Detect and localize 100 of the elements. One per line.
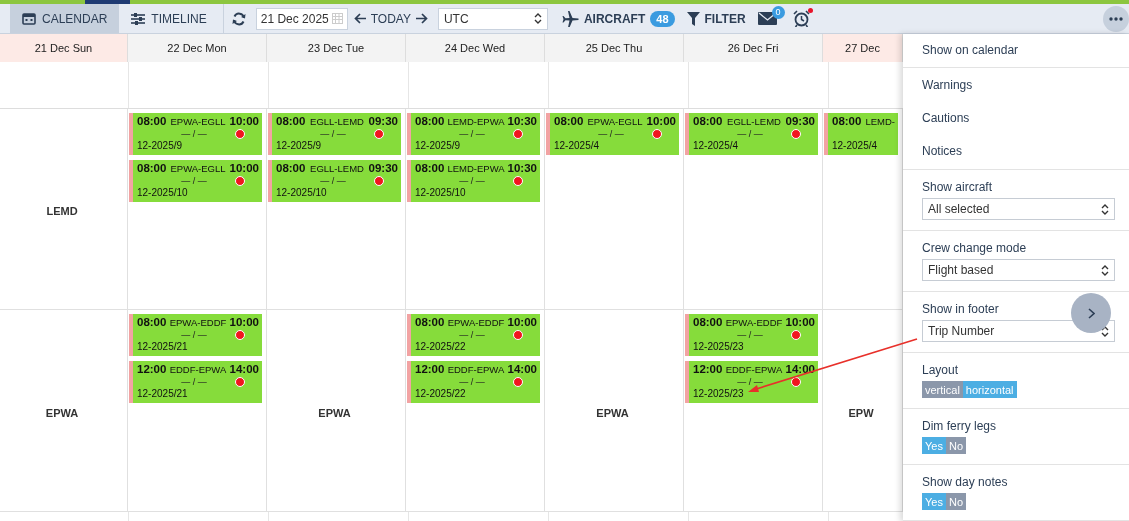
route-label: EPWA-EGLL: [170, 163, 226, 174]
route-label: EPWA-EDDF: [447, 317, 505, 328]
refresh-icon[interactable]: [231, 11, 246, 26]
envelope-icon[interactable]: [757, 12, 777, 25]
departure-time: 08:00: [415, 115, 445, 127]
crew-label: — / —: [736, 329, 763, 340]
trip-number: 12-2025/10: [415, 187, 467, 198]
route-label: LEMD-: [865, 116, 895, 127]
view-tab[interactable]: CALENDAR: [10, 4, 120, 33]
more-button[interactable]: [1103, 5, 1129, 32]
trip-number: 12-2025/10: [137, 187, 189, 198]
arrival-time: 09:30: [785, 115, 815, 127]
calendar-icon: [331, 13, 343, 24]
departure-time: 08:00: [137, 162, 167, 174]
status-dot: [513, 329, 523, 340]
menu-item[interactable]: Show on calendar: [922, 34, 1115, 67]
arrival-time: 10:00: [646, 115, 676, 127]
updown-chevron-icon: [1101, 203, 1109, 215]
flight-card[interactable]: 08:00 LEMD-EPWA 10:30 — / — 12-2025/10: [407, 160, 540, 202]
menu-item[interactable]: Cautions: [922, 102, 1115, 135]
day-header: 21 Dec Sun: [0, 34, 128, 62]
trip-number: 12-2025/9: [137, 140, 184, 151]
flight-card[interactable]: 08:00 EGLL-LEMD 09:30 — / — 12-2025/4: [685, 113, 818, 155]
base-label: EPW: [848, 406, 874, 419]
departure-time: 08:00: [276, 115, 306, 127]
status-dot: [791, 376, 801, 387]
arrow-right-icon[interactable]: [414, 13, 428, 24]
base-label: EPWA: [45, 406, 79, 419]
route-label: EDDF-EPWA: [725, 364, 783, 375]
crew-label: — / —: [458, 175, 485, 186]
menu-item[interactable]: Notices: [922, 135, 1115, 168]
route-label: EPWA-EGLL: [587, 116, 643, 127]
setting-select[interactable]: Flight based: [922, 259, 1115, 281]
trip-number: 12-2025/23: [693, 388, 745, 399]
crew-label: — / —: [180, 175, 207, 186]
flight-card[interactable]: 08:00 EGLL-LEMD 09:30 — / — 12-2025/10: [268, 160, 401, 202]
departure-time: 12:00: [137, 363, 167, 375]
flight-card[interactable]: 08:00 EPWA-EDDF 10:00 — / — 12-2025/21: [129, 314, 262, 356]
chevron-right-icon: [1087, 307, 1095, 319]
route-label: EGLL-LEMD: [310, 116, 364, 127]
arrival-time: 10:00: [229, 162, 259, 174]
filter-button[interactable]: FILTER: [686, 11, 746, 26]
day-header: 23 Dec Tue: [267, 34, 406, 62]
trip-number: 12-2025/10: [276, 187, 328, 198]
departure-time: 08:00: [137, 115, 167, 127]
route-label: EGLL-LEMD: [727, 116, 781, 127]
sliders-icon: [131, 12, 146, 25]
crew-label: — / —: [736, 376, 763, 387]
flight-card[interactable]: 08:00 EPWA-EDDF 10:00 — / — 12-2025/22: [407, 314, 540, 356]
flight-card[interactable]: 08:00 EPWA-EGLL 10:00 — / — 12-2025/9: [129, 113, 262, 155]
arrival-time: 10:00: [785, 316, 815, 328]
flight-card[interactable]: 08:00 EPWA-EDDF 10:00 — / — 12-2025/23: [685, 314, 818, 356]
status-dot: [513, 175, 523, 186]
aircraft-button[interactable]: AIRCRAFT 48: [561, 10, 675, 27]
timezone-select[interactable]: UTC: [437, 7, 548, 30]
route-label: LEMD-EPWA: [447, 163, 505, 174]
status-dot: [791, 128, 801, 139]
arrival-time: 09:30: [368, 115, 398, 127]
status-dot: [235, 376, 245, 387]
flight-card[interactable]: 08:00 EGLL-LEMD 09:30 — / — 12-2025/9: [268, 113, 401, 155]
calendar-icon: [22, 12, 36, 25]
crew-label: — / —: [180, 329, 207, 340]
flight-card[interactable]: 08:00 LEMD-EPWA 10:30 — / — 12-2025/9: [407, 113, 540, 155]
setting-label: Dim ferry legs: [922, 418, 996, 433]
crew-label: — / —: [458, 128, 485, 139]
more-icon: [1109, 16, 1123, 21]
today-button[interactable]: TODAY: [368, 11, 413, 26]
flight-card[interactable]: 12:00 EDDF-EPWA 14:00 — / — 12-2025/21: [129, 361, 262, 403]
filter-icon: [686, 11, 700, 26]
trip-number: 12-2025/9: [276, 140, 323, 151]
date-field[interactable]: 21 Dec 2025: [255, 7, 348, 30]
flight-card[interactable]: 08:00 EPWA-EGLL 10:00 — / — 12-2025/4: [546, 113, 679, 155]
aircraft-count-badge: 48: [650, 10, 675, 27]
view-tab[interactable]: TIMELINE: [119, 4, 219, 33]
flight-card[interactable]: 08:00 EPWA-EGLL 10:00 — / — 12-2025/10: [129, 160, 262, 202]
route-label: EDDF-EPWA: [169, 364, 227, 375]
alarm-clock-icon[interactable]: [792, 10, 810, 27]
flight-card[interactable]: 08:00 LEMD- 12-2025/4: [824, 113, 898, 155]
status-dot: [235, 128, 245, 139]
departure-time: 12:00: [415, 363, 445, 375]
flight-card[interactable]: 12:00 EDDF-EPWA 14:00 — / — 12-2025/22: [407, 361, 540, 403]
setting-select[interactable]: All selected: [922, 198, 1115, 220]
menu-item[interactable]: Warnings: [922, 69, 1115, 102]
trip-number: 12-2025/21: [137, 341, 189, 352]
flight-card[interactable]: 12:00 EDDF-EPWA 14:00 — / — 12-2025/23: [685, 361, 818, 403]
day-header: 26 Dec Fri: [684, 34, 823, 62]
trip-number: 12-2025/4: [554, 140, 601, 151]
base-label: LEMD: [46, 205, 78, 217]
status-dot: [235, 175, 245, 186]
route-label: EDDF-EPWA: [447, 364, 505, 375]
trip-number: 12-2025/22: [415, 341, 467, 352]
departure-time: 08:00: [276, 162, 306, 174]
status-dot: [513, 128, 523, 139]
trip-number: 12-2025/23: [693, 341, 745, 352]
day-header: 25 Dec Thu: [545, 34, 684, 62]
setting-label: Show in footer: [922, 301, 999, 316]
status-dot: [652, 128, 662, 139]
status-dot: [513, 376, 523, 387]
arrow-left-icon[interactable]: [353, 13, 367, 24]
day-header: 24 Dec Wed: [406, 34, 545, 62]
